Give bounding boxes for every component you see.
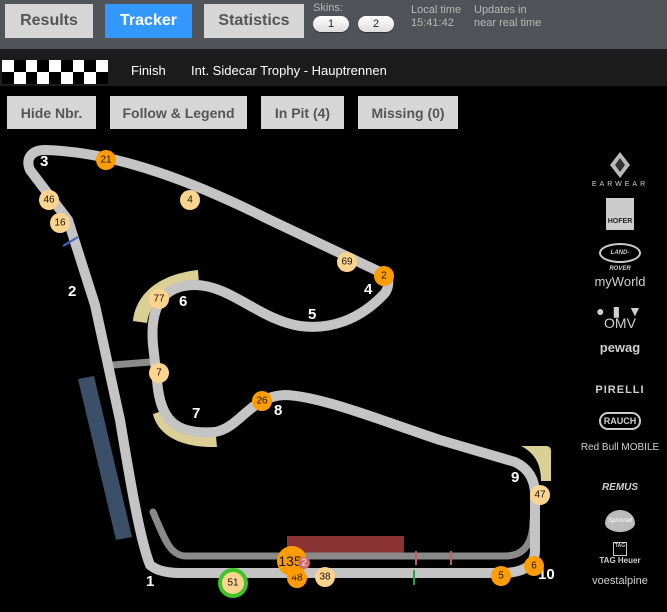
car-marker[interactable]: 16 — [50, 213, 70, 233]
car-number: 47 — [534, 490, 546, 501]
sponsor-logo-myworld: myWorld — [594, 274, 646, 289]
car-number: 26 — [256, 396, 268, 407]
car-number: 69 — [341, 257, 353, 268]
corner-label: 9 — [511, 469, 519, 486]
corner-label: 4 — [364, 281, 373, 298]
corner-label: 2 — [68, 283, 76, 300]
car-marker[interactable]: 21 — [96, 150, 116, 170]
car-marker[interactable]: 2 — [374, 266, 394, 286]
car-number: 16 — [54, 218, 66, 229]
race-track — [23, 145, 541, 578]
sponsor-logo-redbull-mobile: Red Bull MOBILE — [580, 442, 660, 453]
car-number: 51 — [227, 578, 239, 589]
group-count: 2 — [301, 558, 307, 569]
car-marker[interactable]: 38 — [315, 567, 335, 587]
car-marker[interactable]: 69 — [337, 252, 357, 272]
sponsor-logo-hofer: HOFER — [578, 198, 662, 230]
car-marker[interactable]: 47 — [530, 485, 550, 505]
sponsor-logo-land-rover: LAND-ROVER — [578, 243, 662, 272]
sponsor-logo-remus: REMUS — [601, 482, 639, 493]
sponsor-logo-tagheuer: TAG TAG Heuer — [599, 542, 641, 565]
sponsor-logo-rauch: RAUCH — [578, 412, 662, 430]
car-number: 6 — [531, 561, 537, 572]
car-marker[interactable]: 4 — [180, 190, 200, 210]
sponsor-logo-voestalpine: voestalpine — [592, 575, 648, 587]
car-number: 77 — [153, 294, 165, 305]
corner-label: 6 — [179, 293, 187, 310]
car-marker[interactable]: 5 — [491, 566, 511, 586]
car-number: 46 — [43, 195, 55, 206]
car-number: 5 — [498, 571, 504, 582]
car-number: 4 — [187, 195, 193, 206]
sponsor-logo-pewag: pewag — [599, 340, 641, 355]
car-marker[interactable]: 51 — [218, 568, 248, 598]
car-marker[interactable]: 77 — [149, 289, 169, 309]
car-number: 38 — [319, 572, 331, 583]
corner-label: 7 — [192, 405, 200, 422]
car-marker[interactable]: 7 — [149, 363, 169, 383]
sponsor-logo-spinnrad: Spinnrad — [578, 510, 662, 532]
car-marker[interactable]: 46 — [39, 190, 59, 210]
corner-label: 3 — [40, 153, 48, 170]
corner-label: 8 — [274, 402, 282, 419]
car-number: 2 — [381, 271, 387, 282]
car-number: 7 — [156, 368, 162, 379]
pit-building — [287, 536, 404, 553]
car-number: 21 — [100, 155, 112, 166]
car-marker[interactable]: 6 — [524, 556, 544, 576]
pit-lane — [109, 358, 537, 560]
sponsor-logo-earwear: EARWEAR — [578, 152, 662, 188]
sponsor-logo-pirelli: PIRELLI — [595, 384, 645, 396]
corner-label: 1 — [146, 573, 154, 590]
sponsor-logo-omv: ● ▮ ▼ OMV — [596, 303, 644, 331]
track-map[interactable]: 1 2 3 4 5 6 7 8 9 10 2144616692777264765… — [0, 0, 667, 612]
car-marker[interactable]: 26 — [252, 391, 272, 411]
corner-label: 5 — [308, 306, 316, 323]
